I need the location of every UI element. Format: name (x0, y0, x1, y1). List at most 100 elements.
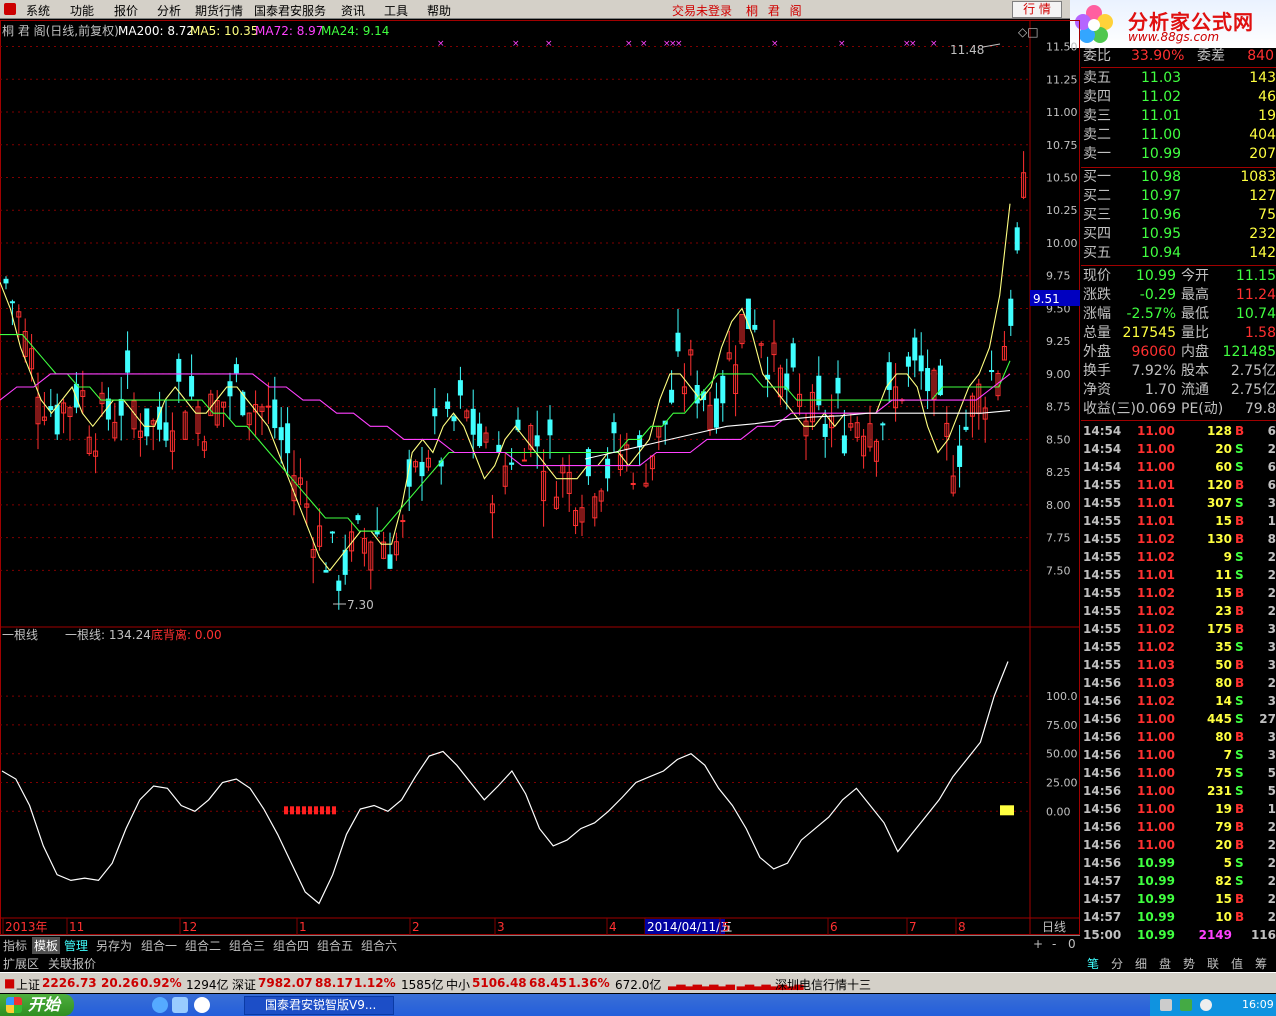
panel-tab[interactable]: 联 (1207, 955, 1219, 972)
menu-system[interactable]: 系统 (26, 2, 50, 19)
candle-body (521, 459, 527, 462)
tick-side: S (1235, 712, 1244, 726)
bid-row: 买二 10.97 127 (1081, 187, 1276, 206)
panel-tab[interactable]: 细 (1135, 955, 1147, 972)
clock[interactable]: 16:09 (1242, 994, 1274, 1016)
tray-speaker-icon[interactable] (1200, 999, 1212, 1011)
menu-futures[interactable]: 期货行情 (195, 2, 243, 19)
chart-options-icon[interactable]: ◇□ (1018, 25, 1039, 39)
sz-label[interactable]: 深证 (232, 976, 256, 993)
price-grid: 11.50 11.25 11.00 10.75 10.50 10.25 10.00 9.75 9… (0, 41, 1078, 577)
menu-info[interactable]: 资讯 (341, 2, 365, 19)
tick-volume: 128 (1206, 424, 1232, 438)
sh-change: 20.26 (101, 976, 139, 990)
tab-indicator[interactable]: 指标 (3, 937, 27, 954)
stat-row: 现价 10.99 今开 11.15 (1081, 267, 1276, 286)
app-launcher-icon[interactable] (194, 997, 210, 1013)
candle-body (9, 301, 15, 304)
stat-value: -2.57% (1126, 306, 1176, 322)
tab-related-quotes[interactable]: 关联报价 (48, 955, 96, 972)
tick-count: 2 (1267, 856, 1276, 870)
ask-row: 卖五 11.03 143 (1081, 69, 1276, 88)
zx-change: 68.45 (529, 976, 567, 990)
server-label[interactable]: 深圳电信行情十三 (775, 976, 871, 993)
ask-volume: 404 (1249, 127, 1276, 143)
menu-function[interactable]: 功能 (70, 2, 94, 19)
ask-row: 卖一 10.99 207 (1081, 145, 1276, 164)
panel-tab[interactable]: 盘 (1159, 955, 1171, 972)
taskbar-app-item[interactable]: 国泰君安锐智版V9... (244, 996, 394, 1015)
panel-tab[interactable]: 势 (1183, 955, 1195, 972)
indicator-value: 一根线: 134.24 (65, 628, 151, 642)
login-status[interactable]: 交易未登录 (672, 2, 732, 19)
indicator-name[interactable]: 一根线 (2, 628, 38, 642)
panel-tab[interactable]: 笔 (1087, 955, 1099, 972)
zx-label[interactable]: 中小 (446, 976, 470, 993)
tab-save-as[interactable]: 另存为 (96, 937, 132, 954)
tick-time: 14:55 (1083, 622, 1122, 636)
stat-label: 净资 (1083, 382, 1111, 398)
zoom-in-button[interactable]: + (1033, 937, 1043, 951)
bid-row: 买三 10.96 75 (1081, 206, 1276, 225)
stat-label: 总量 (1083, 325, 1111, 341)
tick-side: S (1235, 694, 1244, 708)
sh-amount: 1294亿 (186, 978, 229, 992)
tick-side: B (1235, 604, 1245, 618)
tick-count: 8 (1267, 532, 1276, 546)
signal-marker: × (640, 39, 648, 49)
divergence-bar (314, 806, 318, 815)
brand-url[interactable]: www.88gs.com (1128, 30, 1219, 44)
stat-row: 总量 217545 量比 1.58 (1081, 324, 1276, 343)
tick-row: 14:56 11.00 19 B 1 (1081, 800, 1276, 818)
tab-manage[interactable]: 管理 (64, 937, 88, 954)
tick-row: 14:56 11.00 79 B 2 (1081, 818, 1276, 836)
tab-group-3[interactable]: 组合三 (229, 937, 265, 954)
tab-group-6[interactable]: 组合六 (361, 937, 397, 954)
y-tick-label: 9.00 (1046, 368, 1071, 381)
panel-tab[interactable]: 值 (1231, 955, 1243, 972)
ask-price: 11.00 (1141, 127, 1182, 143)
ask-row: 卖四 11.02 46 (1081, 88, 1276, 107)
tick-side: S (1235, 640, 1244, 654)
bid-volume: 75 (1258, 207, 1276, 223)
tick-side: S (1235, 856, 1244, 870)
tray-shield-icon[interactable] (1180, 999, 1192, 1011)
signal-marker: × (909, 39, 917, 49)
tab-group-5[interactable]: 组合五 (317, 937, 353, 954)
tray-network-icon[interactable] (1160, 999, 1172, 1011)
tick-count: 2 (1267, 550, 1276, 564)
ie-icon[interactable] (152, 997, 168, 1013)
indicator-tick-label: 100.0 (1046, 690, 1078, 703)
stat-value: 79.8 (1244, 401, 1276, 417)
menu-help[interactable]: 帮助 (427, 2, 451, 19)
tab-extension-area[interactable]: 扩展区 (3, 955, 39, 972)
tab-template[interactable]: 模板 (32, 937, 61, 954)
tab-group-4[interactable]: 组合四 (273, 937, 309, 954)
zoom-reset-button[interactable]: 0 (1068, 937, 1076, 951)
tick-row: 14:54 11.00 60 S 6 (1081, 458, 1276, 476)
candle-body (912, 337, 918, 361)
candle-body (451, 416, 457, 422)
folder-icon[interactable] (172, 997, 188, 1013)
extension-tabs: 扩展区 关联报价 (0, 954, 1080, 971)
panel-tab[interactable]: 筹 (1255, 955, 1267, 972)
menu-quote[interactable]: 报价 (114, 2, 138, 19)
ask-volume: 46 (1258, 89, 1276, 105)
zoom-out-button[interactable]: - (1052, 937, 1056, 951)
chart-area[interactable]: 桐 君 阁(日线,前复权) MA200: 8.72 MA5: 10.35 MA7… (0, 20, 1080, 935)
tick-time: 14:55 (1083, 478, 1122, 492)
sz-amount: 1585亿 (401, 978, 444, 992)
stat-value: 10.74 (1235, 306, 1276, 322)
candle-body (144, 408, 150, 437)
tick-count: 116 (1250, 928, 1276, 942)
sh-label[interactable]: 上证 (16, 976, 40, 993)
quote-button[interactable]: 行 情 (1012, 1, 1062, 18)
sz-pct: 1.12% (354, 976, 396, 990)
menu-analysis[interactable]: 分析 (157, 2, 181, 19)
panel-tab[interactable]: 分 (1111, 955, 1123, 972)
tab-group-1[interactable]: 组合一 (141, 937, 177, 954)
tab-group-2[interactable]: 组合二 (185, 937, 221, 954)
period-label[interactable]: 日线 (1042, 920, 1066, 934)
menu-gtja-service[interactable]: 国泰君安服务 (254, 2, 326, 19)
menu-tools[interactable]: 工具 (384, 2, 408, 19)
